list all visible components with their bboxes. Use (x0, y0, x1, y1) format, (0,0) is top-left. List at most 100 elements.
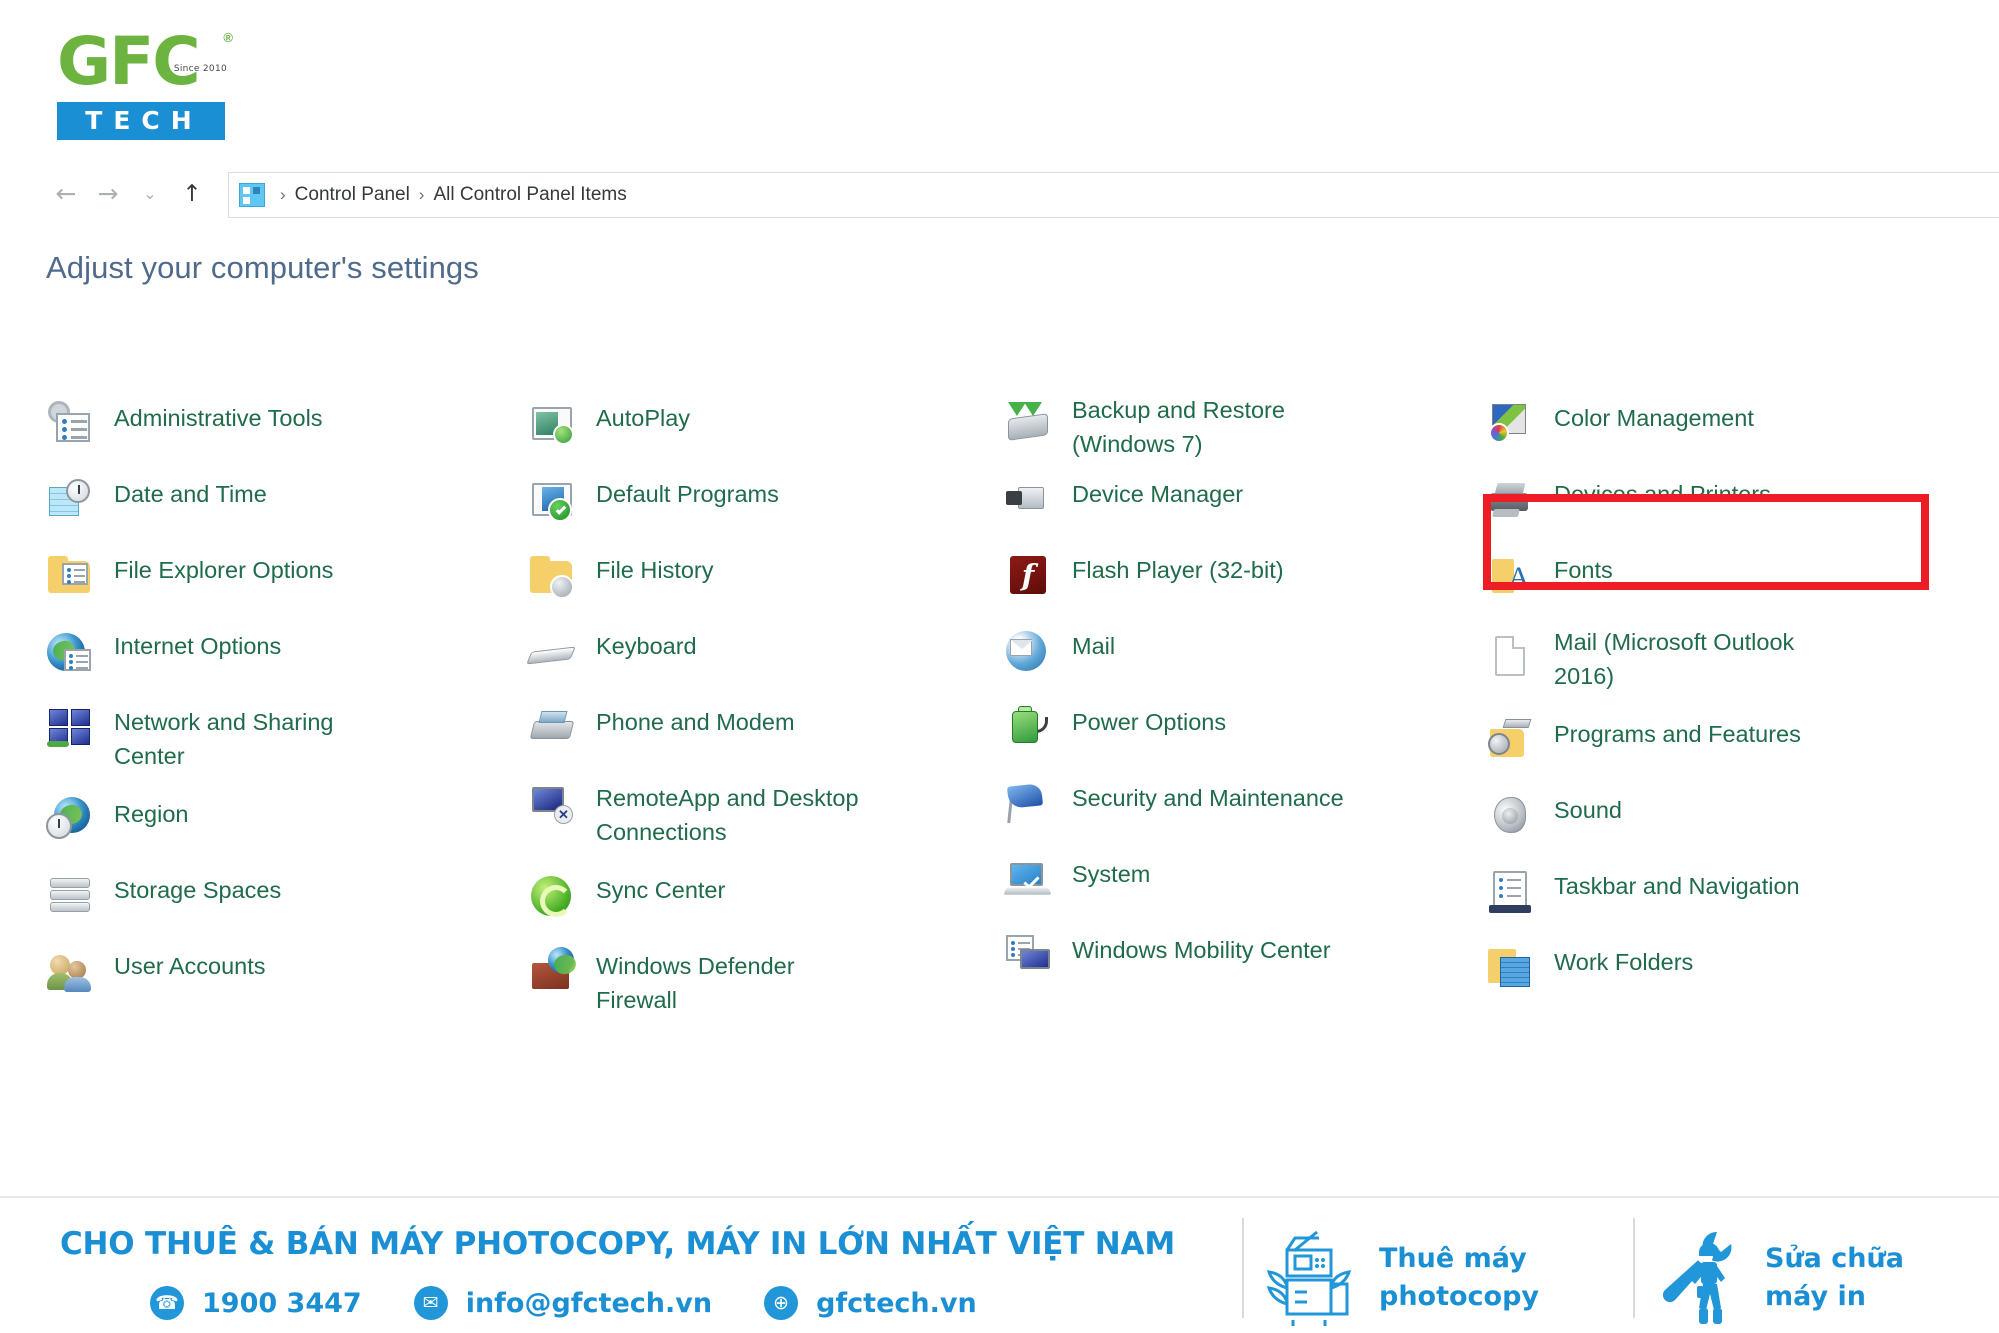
control-panel-item-file-history[interactable]: File History (528, 550, 714, 626)
flash-player-icon (1004, 551, 1052, 599)
control-panel-item-region[interactable]: Region (46, 794, 188, 870)
globe-icon: ⊕ (764, 1286, 799, 1320)
work-folders-icon (1486, 943, 1534, 991)
footer-contacts: ☎ 1900 3447 ✉ info@gfctech.vn ⊕ gfctech.… (150, 1286, 977, 1320)
gfc-tech-logo: GFC ® Since 2010 TECH (57, 28, 233, 140)
control-panel-item-backup-and-restore[interactable]: Backup and Restore (Windows 7) (1004, 390, 1285, 466)
control-panel-item-device-manager[interactable]: Device Manager (1004, 474, 1243, 550)
control-panel-item-taskbar-and-navigation[interactable]: Taskbar and Navigation (1486, 866, 1800, 942)
back-button[interactable]: ← (45, 178, 87, 210)
recent-locations-button[interactable]: ⌄ (129, 178, 171, 210)
footer-email-text: info@gfctech.vn (465, 1287, 713, 1319)
footer-service-rental[interactable]: Thuê máy photocopy (1265, 1228, 1539, 1328)
item-label: Power Options (1072, 709, 1227, 735)
footer-service-label: Thuê máy photocopy (1379, 1243, 1540, 1312)
item-label: Storage Spaces (114, 877, 282, 903)
item-label: System (1072, 861, 1151, 887)
file-explorer-options-icon (46, 551, 94, 599)
control-panel-item-user-accounts[interactable]: User Accounts (46, 946, 266, 1022)
phone-icon: ☎ (150, 1286, 184, 1320)
up-button[interactable]: ↑ (171, 178, 213, 210)
item-label: Windows Defender Firewall (596, 953, 795, 1013)
control-panel-item-work-folders[interactable]: Work Folders (1486, 942, 1693, 1018)
footer-contact-phone[interactable]: ☎ 1900 3447 (150, 1286, 362, 1320)
mail-outlook-icon (1486, 632, 1534, 680)
control-panel-item-fonts[interactable]: A Fonts (1486, 550, 1613, 626)
control-panel-item-color-management[interactable]: Color Management (1486, 398, 1754, 474)
control-panel-item-network-and-sharing-center[interactable]: Network and Sharing Center (46, 702, 333, 778)
control-panel-item-mail-outlook[interactable]: Mail (Microsoft Outlook 2016) (1486, 622, 1794, 698)
control-panel-item-phone-and-modem[interactable]: Phone and Modem (528, 702, 795, 778)
logo-gfc-text: GFC (57, 23, 201, 100)
footer-service-repair[interactable]: Sửa chữa máy in (1655, 1228, 1904, 1328)
item-label: Network and Sharing Center (114, 709, 334, 769)
sound-icon (1486, 791, 1534, 839)
globe-glyph: ⊕ (773, 1292, 790, 1314)
item-label: User Accounts (114, 953, 266, 979)
system-icon (1003, 855, 1052, 903)
item-label: Date and Time (114, 481, 267, 507)
nav-buttons: ← → ⌄ ↑ (45, 178, 213, 210)
forward-button[interactable]: → (87, 178, 129, 210)
security-and-maintenance-icon (1004, 779, 1052, 827)
control-panel-item-administrative-tools[interactable]: Administrative Tools (46, 398, 323, 474)
control-panel-item-power-options[interactable]: Power Options (1004, 702, 1226, 778)
item-label: AutoPlay (596, 405, 691, 431)
control-panel-item-devices-and-printers[interactable]: Devices and Printers (1486, 474, 1771, 550)
address-bar[interactable]: › Control Panel › All Control Panel Item… (228, 172, 1999, 218)
control-panel-item-flash-player[interactable]: Flash Player (32-bit) (1004, 550, 1284, 626)
control-panel-item-windows-defender-firewall[interactable]: Windows Defender Firewall (528, 946, 795, 1022)
footer-vertical-divider-1 (1242, 1218, 1244, 1318)
breadcrumb-separator-2[interactable]: › (419, 185, 425, 205)
logo-wordmark: GFC ® Since 2010 (57, 28, 233, 100)
control-panel-item-file-explorer-options[interactable]: File Explorer Options (46, 550, 333, 626)
control-panel-item-sound[interactable]: Sound (1486, 790, 1622, 866)
footer-contact-email[interactable]: ✉ info@gfctech.vn (413, 1286, 713, 1320)
backup-and-restore-icon (1004, 400, 1052, 448)
item-label: Devices and Printers (1554, 481, 1771, 507)
item-label: Device Manager (1072, 481, 1244, 507)
breadcrumb-control-panel[interactable]: Control Panel (295, 184, 410, 206)
control-panel-icon (239, 183, 265, 207)
item-label: Default Programs (596, 481, 779, 507)
control-panel-item-default-programs[interactable]: Default Programs (528, 474, 779, 550)
footer-contact-website[interactable]: ⊕ gfctech.vn (764, 1286, 977, 1320)
network-and-sharing-center-icon (46, 703, 94, 751)
control-panel-item-security-and-maintenance[interactable]: Security and Maintenance (1004, 778, 1344, 854)
page-title: Adjust your computer's settings (46, 250, 479, 285)
control-panel-item-mail[interactable]: Mail (1004, 626, 1115, 702)
item-label: Flash Player (32-bit) (1072, 557, 1284, 583)
breadcrumb-all-items[interactable]: All Control Panel Items (433, 184, 626, 206)
control-panel-item-storage-spaces[interactable]: Storage Spaces (46, 870, 281, 946)
item-label: Fonts (1554, 557, 1613, 583)
phone-and-modem-icon (528, 703, 576, 751)
control-panel-item-windows-mobility-center[interactable]: Windows Mobility Center (1004, 930, 1331, 1006)
item-label: Sound (1554, 797, 1622, 823)
registered-trademark-icon: ® (223, 30, 233, 45)
item-label: Keyboard (596, 633, 697, 659)
navigation-bar: ← → ⌄ ↑ › Control Panel › All Control Pa… (0, 172, 1999, 220)
control-panel-item-autoplay[interactable]: AutoPlay (528, 398, 690, 474)
internet-options-icon (46, 627, 94, 675)
control-panel-item-keyboard[interactable]: Keyboard (526, 626, 697, 702)
footer-service-label: Sửa chữa máy in (1765, 1243, 1904, 1312)
sync-center-icon (528, 871, 576, 919)
copier-icon (1266, 1230, 1352, 1326)
color-management-icon (1486, 399, 1534, 447)
control-panel-item-date-and-time[interactable]: Date and Time (46, 474, 267, 550)
item-label: RemoteApp and Desktop Connections (596, 785, 859, 845)
control-panel-screenshot: GFC ® Since 2010 TECH ← → ⌄ ↑ › Control … (0, 0, 1999, 1333)
mail-icon (1004, 627, 1052, 675)
control-panel-item-remoteapp-and-desktop-connections[interactable]: ✕ RemoteApp and Desktop Connections (528, 778, 859, 854)
taskbar-and-navigation-icon (1486, 867, 1534, 915)
control-panel-item-sync-center[interactable]: Sync Center (528, 870, 725, 946)
control-panel-item-programs-and-features[interactable]: Programs and Features (1486, 714, 1801, 790)
control-panel-item-internet-options[interactable]: Internet Options (46, 626, 281, 702)
control-panel-item-system[interactable]: System (1003, 854, 1151, 930)
administrative-tools-icon (46, 399, 94, 447)
item-label: Work Folders (1554, 949, 1694, 975)
autoplay-icon (528, 399, 576, 447)
breadcrumb-separator-1[interactable]: › (280, 185, 286, 205)
item-label: File History (596, 557, 714, 583)
footer-phone-text: 1900 3447 (202, 1287, 362, 1319)
